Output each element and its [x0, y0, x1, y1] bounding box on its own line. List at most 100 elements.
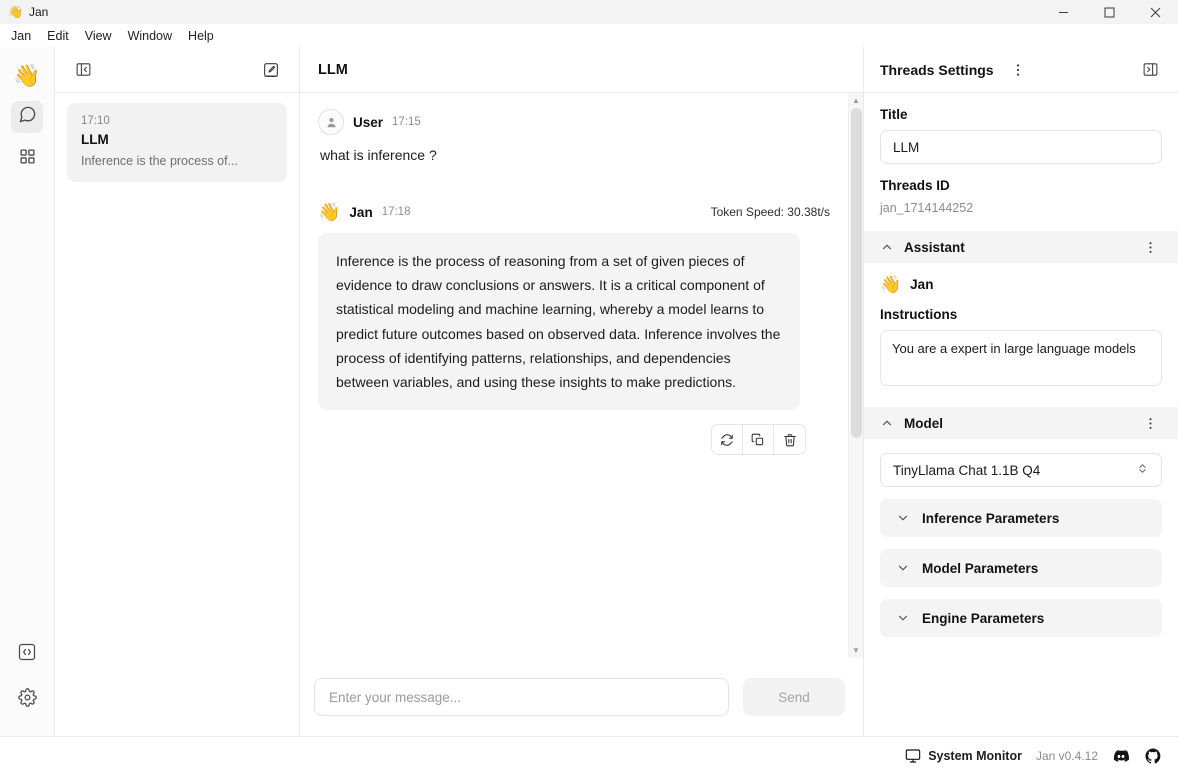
accordion-label: Model Parameters	[922, 560, 1039, 576]
window-controls	[1040, 0, 1178, 24]
accordion-label: Inference Parameters	[922, 510, 1060, 526]
discord-icon[interactable]	[1112, 747, 1130, 765]
message-time: 17:15	[392, 116, 421, 128]
instructions-textarea[interactable]	[880, 330, 1162, 386]
monitor-icon	[905, 748, 921, 764]
message-assistant: 👋 Jan 17:18 Token Speed: 30.38t/s Infere…	[318, 203, 830, 456]
threads-settings-panel: Threads Settings Title LLM Threads ID ja…	[864, 47, 1178, 736]
more-options-icon[interactable]	[1006, 58, 1030, 82]
panel-collapse-left-icon[interactable]	[71, 58, 95, 82]
menu-edit[interactable]: Edit	[40, 27, 76, 45]
thread-time: 17:10	[81, 115, 110, 127]
regenerate-button[interactable]	[712, 425, 743, 455]
message-header: User 17:15	[318, 109, 830, 135]
model-select[interactable]: TinyLlama Chat 1.1B Q4	[880, 453, 1162, 487]
app-body: 👋 17:10 LLM Inference is the process of.…	[0, 47, 1178, 736]
message-user: User 17:15 what is inference ?	[318, 109, 830, 163]
accordion-model-parameters[interactable]: Model Parameters	[880, 549, 1162, 587]
settings-title: Threads Settings	[880, 61, 994, 78]
threads-id-group: Threads ID jan_1714144252	[864, 164, 1178, 215]
menubar: Jan Edit View Window Help	[0, 24, 1178, 47]
title-field-group: Title	[864, 93, 1178, 164]
scrollbar-thumb[interactable]	[850, 108, 862, 438]
threads-panel-header	[55, 47, 299, 93]
grid-icon	[19, 148, 36, 170]
chevron-up-icon[interactable]	[880, 240, 894, 254]
rail-item-chat[interactable]	[11, 101, 43, 133]
accordion-engine-parameters[interactable]: Engine Parameters	[880, 599, 1162, 637]
close-button[interactable]	[1132, 0, 1178, 24]
copy-button[interactable]	[743, 425, 774, 455]
chat-body: User 17:15 what is inference ? 👋 Jan 17:…	[300, 93, 863, 658]
maximize-button[interactable]	[1086, 0, 1132, 24]
threads-list: 17:10 LLM Inference is the process of...	[55, 93, 299, 736]
rail-item-settings[interactable]	[11, 684, 43, 716]
menu-view[interactable]: View	[78, 27, 119, 45]
assistant-avatar-icon: 👋	[318, 202, 341, 222]
delete-button[interactable]	[774, 425, 805, 454]
instructions-group: Instructions	[864, 293, 1178, 391]
github-icon[interactable]	[1144, 747, 1162, 765]
accordion-inference-parameters[interactable]: Inference Parameters	[880, 499, 1162, 537]
thread-title-input[interactable]	[880, 130, 1162, 164]
menu-window[interactable]: Window	[121, 27, 179, 45]
chevron-up-down-icon	[1136, 462, 1149, 478]
window-title: Jan	[28, 5, 49, 19]
system-monitor-button[interactable]: System Monitor	[905, 748, 1022, 764]
chevron-down-icon	[896, 561, 910, 575]
chevron-down-icon	[896, 611, 910, 625]
message-composer: Send	[300, 658, 863, 736]
left-rail: 👋	[0, 47, 55, 736]
settings-content: Title Threads ID jan_1714144252 Assistan…	[864, 93, 1178, 736]
chevron-up-icon[interactable]	[880, 416, 894, 430]
assistant-name: Jan	[910, 277, 934, 292]
title-field-label: Title	[880, 107, 908, 122]
chat-panel: LLM User 17:15 what is inference ? 👋 Jan…	[300, 47, 864, 736]
scroll-up-arrow-icon[interactable]: ▲	[849, 93, 864, 108]
chat-messages: User 17:15 what is inference ? 👋 Jan 17:…	[300, 93, 848, 658]
new-chat-icon[interactable]	[259, 58, 283, 82]
instructions-label: Instructions	[880, 307, 958, 322]
gear-icon	[17, 688, 37, 712]
app-window: 👋 Jan Jan Edit View Window Help 👋 17:10 …	[0, 0, 1178, 774]
rail-item-hub[interactable]	[11, 143, 43, 175]
thread-preview: Inference is the process of...	[81, 154, 239, 168]
chat-bubble-icon	[18, 105, 37, 129]
model-section-header[interactable]: Model	[864, 407, 1178, 439]
threads-panel: 17:10 LLM Inference is the process of...	[55, 47, 300, 736]
model-section-label: Model	[904, 415, 943, 431]
message-time: 17:18	[381, 206, 411, 218]
minimize-button[interactable]	[1040, 0, 1086, 24]
titlebar-branding: 👋 Jan	[0, 5, 48, 19]
token-speed-label: Token Speed: 30.38t/s	[710, 205, 830, 219]
chat-scrollbar[interactable]: ▲ ▼	[848, 93, 863, 658]
send-button[interactable]: Send	[743, 678, 845, 716]
model-select-group: TinyLlama Chat 1.1B Q4 Inference Paramet…	[864, 439, 1178, 637]
assistant-more-options-icon[interactable]	[1138, 235, 1162, 259]
message-action-group	[711, 424, 806, 456]
statusbar: System Monitor Jan v0.4.12	[0, 736, 1178, 774]
system-monitor-label: System Monitor	[928, 748, 1022, 763]
message-text: what is inference ?	[320, 147, 437, 163]
model-select-value: TinyLlama Chat 1.1B Q4	[893, 462, 1041, 478]
chat-header: LLM	[300, 47, 863, 93]
message-author: User	[353, 114, 384, 130]
thread-title: LLM	[81, 132, 109, 147]
menu-help[interactable]: Help	[181, 27, 221, 45]
assistant-message-bubble: Inference is the process of reasoning fr…	[318, 233, 800, 411]
rail-item-local-api[interactable]	[11, 638, 43, 670]
model-more-options-icon[interactable]	[1138, 411, 1162, 435]
message-header: 👋 Jan 17:18 Token Speed: 30.38t/s	[318, 203, 830, 221]
message-input[interactable]	[314, 678, 729, 716]
scroll-down-arrow-icon[interactable]: ▼	[849, 643, 864, 658]
menu-jan[interactable]: Jan	[4, 27, 38, 45]
scrollbar-track[interactable]	[849, 108, 864, 643]
app-version-label: Jan v0.4.12	[1035, 748, 1098, 763]
threads-id-label: Threads ID	[880, 178, 950, 193]
assistant-section-header[interactable]: Assistant	[864, 231, 1178, 263]
panel-collapse-right-icon[interactable]	[1138, 58, 1162, 82]
message-author: Jan	[349, 204, 373, 220]
message-actions	[318, 424, 830, 456]
titlebar: 👋 Jan	[0, 0, 1178, 24]
thread-list-item[interactable]: 17:10 LLM Inference is the process of...	[67, 103, 287, 182]
